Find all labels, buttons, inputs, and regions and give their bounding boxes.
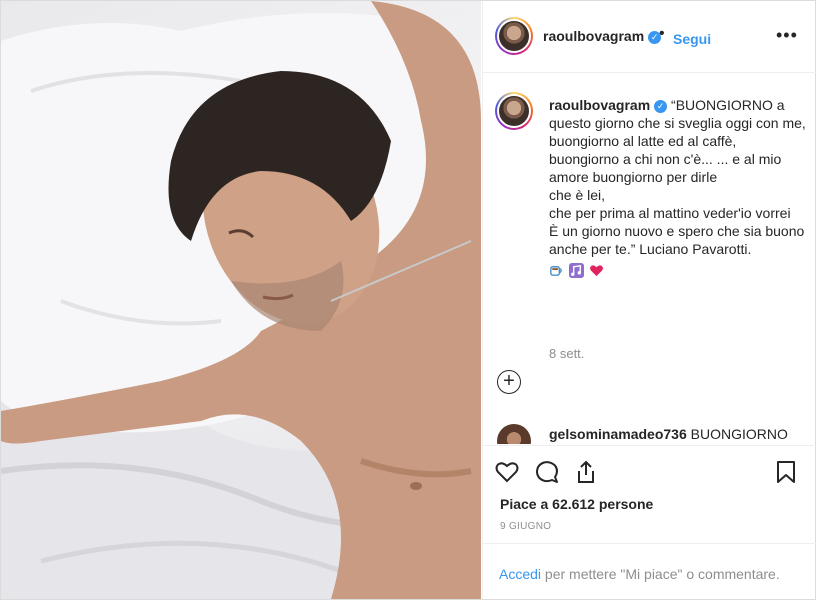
post-side-panel: raoulbovagram ✓ • Segui ••• raoulbovagram… — [482, 1, 816, 599]
caption-text-line: È un giorno nuovo e spero che sia buono — [549, 223, 805, 239]
post-modal: raoulbovagram ✓ • Segui ••• raoulbovagram… — [0, 0, 816, 600]
post-header: raoulbovagram ✓ • Segui ••• — [483, 1, 816, 73]
photo-illustration — [1, 1, 481, 599]
follow-button[interactable]: Segui — [673, 31, 711, 47]
post-date[interactable]: 9 GIUGNO — [500, 521, 551, 532]
post-caption: raoulbovagram ✓ “BUONGIORNO a questo gior… — [549, 96, 809, 278]
caption-text-line: che è lei, — [549, 187, 606, 203]
likes-count[interactable]: Piace a 62.612 persone — [500, 496, 653, 512]
music-notes-emoji — [568, 262, 584, 278]
red-heart-emoji — [589, 265, 603, 276]
post-photo[interactable] — [1, 1, 481, 599]
verified-badge-icon: ✓ — [654, 100, 668, 113]
more-options-icon[interactable]: ••• — [776, 25, 798, 46]
author-username[interactable]: raoulbovagram ✓ — [543, 28, 662, 44]
caption-text-line: buongiorno al latte ed al caffè, — [549, 133, 737, 149]
caption-author-avatar[interactable] — [495, 92, 533, 130]
post-actions: Piace a 62.612 persone 9 GIUGNO — [483, 445, 816, 541]
author-avatar[interactable] — [495, 17, 533, 55]
caption-timestamp[interactable]: 8 sett. — [549, 346, 584, 361]
coffee-cup-emoji — [550, 265, 562, 276]
comment-text: BUONGIORNO — [690, 426, 788, 442]
comment-item: gelsominamadeo736 BUONGIORNO — [549, 426, 788, 442]
caption-text-line: anche per te.” Luciano Pavarotti. — [549, 241, 752, 257]
login-prompt: Accedi per mettere "Mi piace" o commenta… — [483, 543, 816, 599]
comments-section[interactable]: raoulbovagram ✓ “BUONGIORNO a questo gior… — [483, 74, 816, 444]
heart-icon[interactable] — [493, 458, 521, 486]
caption-text-line: che per prima al mattino veder'io vorrei — [549, 205, 791, 221]
login-prompt-text: per mettere "Mi piace" o commentare. — [541, 566, 780, 582]
caption-emojis — [549, 260, 809, 278]
commenter-username[interactable]: gelsominamadeo736 — [549, 426, 687, 442]
load-more-comments-button[interactable]: + — [497, 370, 521, 394]
caption-username[interactable]: raoulbovagram — [549, 97, 650, 113]
caption-text-line: buongiorno a chi non c'è... ... e al mio… — [549, 151, 782, 185]
header-separator: • — [659, 25, 665, 42]
share-icon[interactable] — [572, 458, 600, 486]
bookmark-icon[interactable] — [772, 458, 800, 486]
login-link[interactable]: Accedi — [499, 566, 541, 582]
commenter-avatar[interactable] — [497, 424, 531, 444]
comment-icon[interactable] — [533, 458, 561, 486]
